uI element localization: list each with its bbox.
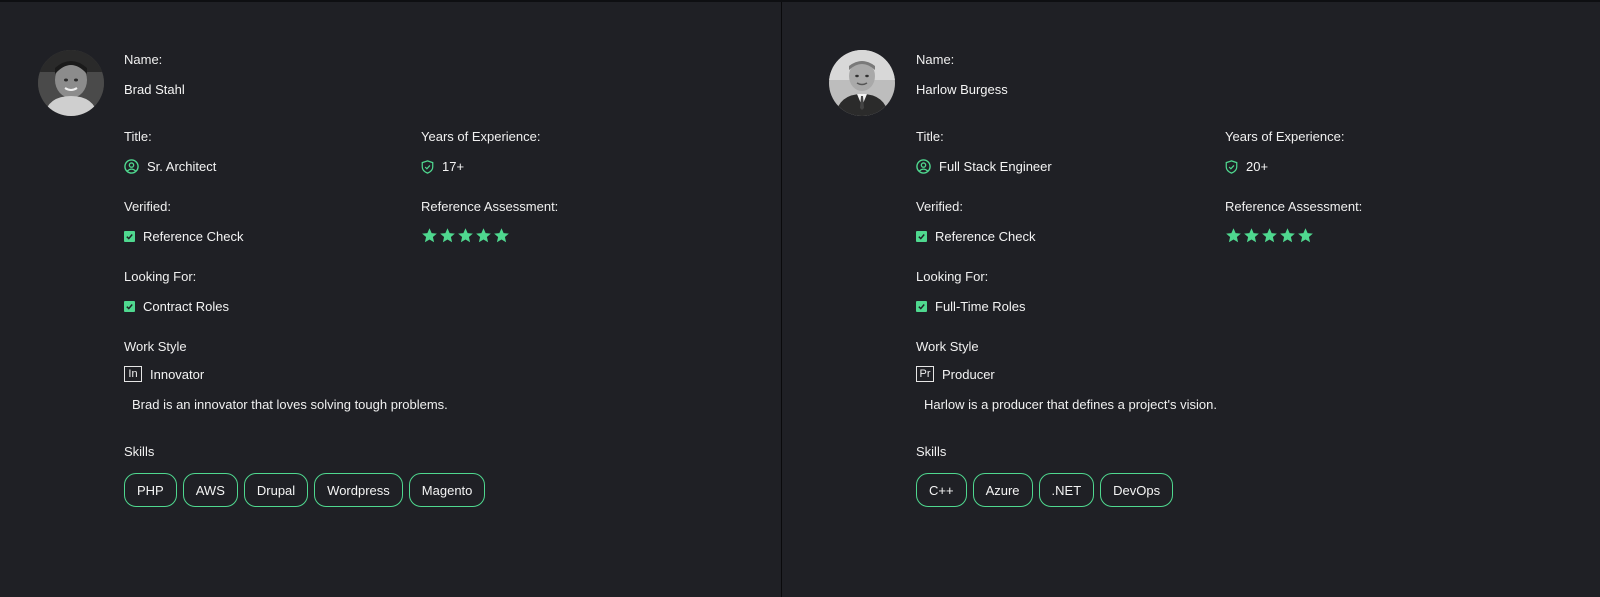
reference-assessment-label: Reference Assessment:: [421, 199, 559, 214]
skill-chip[interactable]: C++: [916, 473, 967, 507]
verified-text: Reference Check: [935, 229, 1036, 244]
user-circle-icon: [916, 159, 931, 174]
skill-chip[interactable]: Wordpress: [314, 473, 403, 507]
star-icon: [1262, 228, 1277, 243]
work-style-label: Work Style: [124, 339, 187, 354]
skills-label: Skills: [124, 444, 155, 459]
star-icon: [1280, 228, 1295, 243]
skill-chip[interactable]: Magento: [408, 473, 486, 507]
checkbox-checked-icon: [124, 231, 135, 242]
candidate-card-1: Name: Brad Stahl Title: Sr. Architect Ye…: [0, 2, 782, 597]
skill-chip[interactable]: AWS: [182, 473, 238, 507]
name-label: Name:: [916, 52, 955, 67]
star-icon: [1298, 228, 1313, 243]
title-label: Title:: [916, 129, 944, 144]
star-icon: [476, 228, 491, 243]
verified-label: Verified:: [124, 199, 171, 214]
star-icon: [1244, 228, 1259, 243]
years-value: 20+: [1225, 159, 1268, 174]
years-label: Years of Experience:: [421, 129, 541, 144]
star-icon: [440, 228, 455, 243]
candidate-name: Harlow Burgess: [916, 82, 1008, 97]
title-label: Title:: [124, 129, 152, 144]
avatar: [38, 50, 104, 116]
candidate-card-2: Name: Harlow Burgess Title: Full Stack E…: [782, 2, 1564, 597]
skills-list: PHP AWS Drupal Wordpress Magento: [124, 473, 486, 507]
title-value: Full Stack Engineer: [916, 159, 1052, 174]
avatar: [829, 50, 895, 116]
looking-for-text: Contract Roles: [143, 299, 229, 314]
star-icon: [1226, 228, 1241, 243]
work-style-description: Harlow is a producer that defines a proj…: [924, 397, 1217, 412]
verified-value: Reference Check: [124, 229, 243, 244]
work-style-label: Work Style: [916, 339, 979, 354]
title-text: Full Stack Engineer: [939, 159, 1052, 174]
work-style-badge-icon: In: [124, 366, 142, 382]
looking-for-value: Contract Roles: [124, 299, 229, 314]
work-style-badge-icon: Pr: [916, 366, 934, 382]
rating-stars: [421, 227, 510, 244]
title-value: Sr. Architect: [124, 159, 216, 174]
user-circle-icon: [124, 159, 139, 174]
star-icon: [458, 228, 473, 243]
looking-for-value: Full-Time Roles: [916, 299, 1026, 314]
years-text: 17+: [442, 159, 465, 174]
work-style-text: Producer: [942, 366, 995, 382]
star-icon: [494, 228, 509, 243]
work-style-text: Innovator: [150, 366, 205, 382]
skill-chip[interactable]: DevOps: [1100, 473, 1174, 507]
title-text: Sr. Architect: [147, 159, 217, 174]
years-value: 17+: [421, 159, 464, 174]
verified-label: Verified:: [916, 199, 963, 214]
years-label: Years of Experience:: [1225, 129, 1345, 144]
looking-for-label: Looking For:: [916, 269, 989, 284]
reference-assessment-label: Reference Assessment:: [1225, 199, 1363, 214]
skills-list: C++ Azure .NET DevOps: [916, 473, 1174, 507]
skill-chip[interactable]: .NET: [1038, 473, 1095, 507]
verified-text: Reference Check: [143, 229, 244, 244]
shield-check-icon: [1225, 159, 1238, 174]
work-style-value: In Innovator: [124, 366, 204, 382]
star-icon: [422, 228, 437, 243]
candidate-name: Brad Stahl: [124, 82, 185, 97]
years-text: 20+: [1246, 159, 1269, 174]
checkbox-checked-icon: [124, 301, 135, 312]
looking-for-text: Full-Time Roles: [935, 299, 1026, 314]
looking-for-label: Looking For:: [124, 269, 197, 284]
skill-chip[interactable]: PHP: [124, 473, 177, 507]
work-style-description: Brad is an innovator that loves solving …: [132, 397, 448, 412]
shield-check-icon: [421, 159, 434, 174]
name-label: Name:: [124, 52, 163, 67]
skill-chip[interactable]: Drupal: [243, 473, 309, 507]
rating-stars: [1225, 227, 1314, 244]
verified-value: Reference Check: [916, 229, 1035, 244]
checkbox-checked-icon: [916, 231, 927, 242]
work-style-value: Pr Producer: [916, 366, 995, 382]
checkbox-checked-icon: [916, 301, 927, 312]
skill-chip[interactable]: Azure: [972, 473, 1033, 507]
skills-label: Skills: [916, 444, 947, 459]
